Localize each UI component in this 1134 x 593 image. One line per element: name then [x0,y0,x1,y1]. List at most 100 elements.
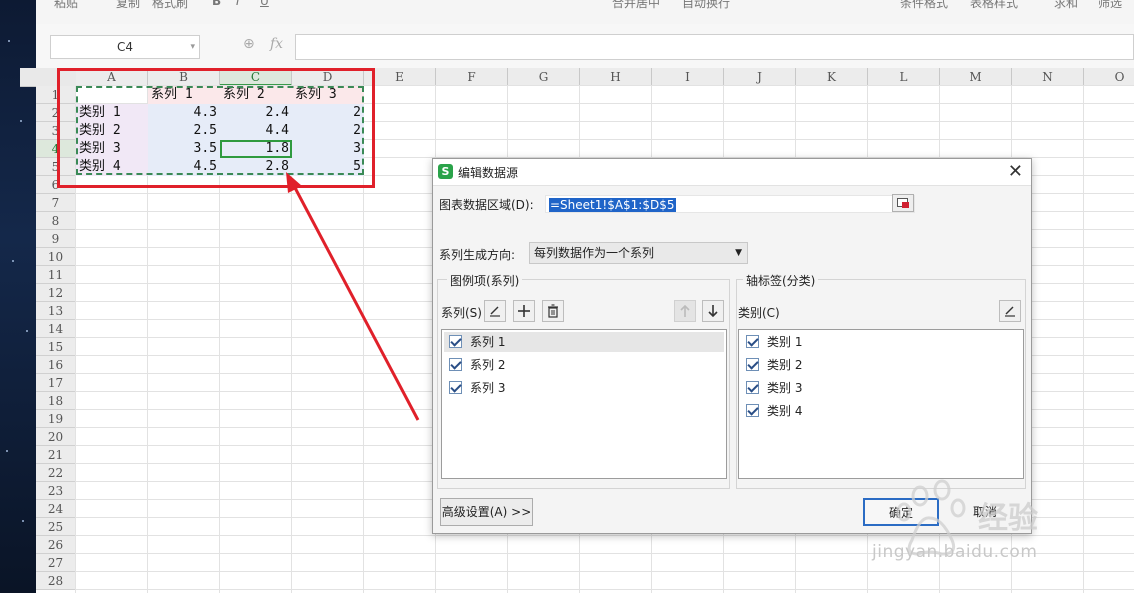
row-header-24[interactable]: 24 [36,500,76,518]
column-header-f[interactable]: F [436,68,508,86]
column-header-g[interactable]: G [508,68,580,86]
column-header-n[interactable]: N [1012,68,1084,86]
column-header-o[interactable]: O [1084,68,1134,86]
row-header-9[interactable]: 9 [36,230,76,248]
format-painter-button[interactable]: 格式刷 [152,0,188,11]
conditional-format-button[interactable]: 条件格式 [900,0,948,11]
category-list-item[interactable]: 类别 4 [741,401,1021,421]
watermark-url: jingyan.baidu.com [872,542,1038,562]
delete-series-button[interactable] [542,300,564,322]
row-header-7[interactable]: 7 [36,194,76,212]
edit-category-button[interactable] [999,300,1021,322]
axis-group-title: 轴标签(分类) [743,272,819,289]
row-header-22[interactable]: 22 [36,464,76,482]
formula-bar: C4 ▾ ⊕ fx [36,24,1134,69]
pencil-icon [1005,306,1015,317]
copy-button[interactable]: 复制 [116,0,140,11]
dropdown-arrow-icon: ▼ [735,248,742,258]
formula-input[interactable] [295,34,1134,60]
row-header-8[interactable]: 8 [36,212,76,230]
merge-center-button[interactable]: 合并居中 [612,0,660,11]
grid-row-line [76,535,1134,536]
close-icon[interactable]: ✕ [1008,161,1023,182]
checkbox-checked-icon[interactable] [746,381,759,394]
series-list[interactable]: 系列 1 系列 2 系列 3 [441,329,727,479]
checkbox-checked-icon[interactable] [449,358,462,371]
row-header-18[interactable]: 18 [36,392,76,410]
row-header-23[interactable]: 23 [36,482,76,500]
row-header-14[interactable]: 14 [36,320,76,338]
move-down-button[interactable] [702,300,724,322]
checkbox-checked-icon[interactable] [449,335,462,348]
filter-button[interactable]: 筛选 [1098,0,1122,11]
cancel-button[interactable]: 取消 [947,498,1023,526]
advanced-settings-button[interactable]: 高级设置(A) >> [440,498,533,526]
row-header-16[interactable]: 16 [36,356,76,374]
grid-row-line [76,571,1134,572]
row-header-27[interactable]: 27 [36,554,76,572]
column-header-m[interactable]: M [940,68,1012,86]
series-list-item[interactable]: 系列 1 [444,332,724,352]
range-input[interactable]: =Sheet1!$A$1:$D$5 [545,195,915,213]
ribbon-toolbar: 粘贴 复制 格式刷 B I U 合并居中 自动换行 条件格式 表格样式 求和 筛… [36,0,1134,25]
trash-icon [548,304,558,318]
checkbox-checked-icon[interactable] [746,404,759,417]
range-picker-icon[interactable] [892,194,914,212]
wrap-text-button[interactable]: 自动换行 [682,0,730,11]
row-header-25[interactable]: 25 [36,518,76,536]
direction-value: 每列数据作为一个系列 [534,246,655,260]
row-header-19[interactable]: 19 [36,410,76,428]
category-list-item[interactable]: 类别 3 [741,378,1021,398]
arrow-up-icon [680,304,690,317]
row-header-26[interactable]: 26 [36,536,76,554]
column-header-h[interactable]: H [580,68,652,86]
range-label: 图表数据区域(D): [439,198,534,212]
sum-button[interactable]: 求和 [1054,0,1078,11]
italic-button[interactable]: I [236,0,240,8]
ok-button[interactable]: 确定 [863,498,939,526]
category-label: 类别(C) [738,306,780,320]
category-list-item[interactable]: 类别 2 [741,355,1021,375]
chevron-down-icon[interactable]: ▾ [190,36,195,58]
edit-series-button[interactable] [484,300,506,322]
row-header-17[interactable]: 17 [36,374,76,392]
column-header-l[interactable]: L [868,68,940,86]
arrow-down-icon [708,305,718,318]
paste-button[interactable]: 粘贴 [54,0,78,11]
column-header-k[interactable]: K [796,68,868,86]
column-header-j[interactable]: J [724,68,796,86]
row-header-28[interactable]: 28 [36,572,76,590]
dialog-titlebar[interactable]: S 编辑数据源 ✕ [433,159,1031,186]
row-header-13[interactable]: 13 [36,302,76,320]
range-value: =Sheet1!$A$1:$D$5 [549,198,676,212]
dialog-title: 编辑数据源 [458,166,519,180]
series-list-item[interactable]: 系列 2 [444,355,724,375]
row-header-21[interactable]: 21 [36,446,76,464]
row-header-20[interactable]: 20 [36,428,76,446]
category-list[interactable]: 类别 1 类别 2 类别 3 类别 4 [738,329,1024,479]
fx-label[interactable]: fx [270,36,283,52]
red-annotation-box [57,68,375,188]
row-header-11[interactable]: 11 [36,266,76,284]
add-series-button[interactable] [513,300,535,322]
move-up-button[interactable] [674,300,696,322]
series-list-item[interactable]: 系列 3 [444,378,724,398]
direction-label: 系列生成方向: [439,248,516,262]
zoom-icon[interactable]: ⊕ [243,36,255,52]
name-box-value: C4 [116,40,133,54]
underline-button[interactable]: U [260,0,269,8]
category-list-item[interactable]: 类别 1 [741,332,1021,352]
column-header-i[interactable]: I [652,68,724,86]
row-header-15[interactable]: 15 [36,338,76,356]
row-header-12[interactable]: 12 [36,284,76,302]
name-box[interactable]: C4 ▾ [50,35,200,59]
series-item-label: 系列 3 [470,381,506,395]
category-item-label: 类别 4 [767,404,803,418]
row-header-10[interactable]: 10 [36,248,76,266]
bold-button[interactable]: B [212,0,221,8]
direction-select[interactable]: 每列数据作为一个系列 ▼ [529,242,748,264]
table-style-button[interactable]: 表格样式 [970,0,1018,11]
checkbox-checked-icon[interactable] [746,335,759,348]
checkbox-checked-icon[interactable] [449,381,462,394]
checkbox-checked-icon[interactable] [746,358,759,371]
